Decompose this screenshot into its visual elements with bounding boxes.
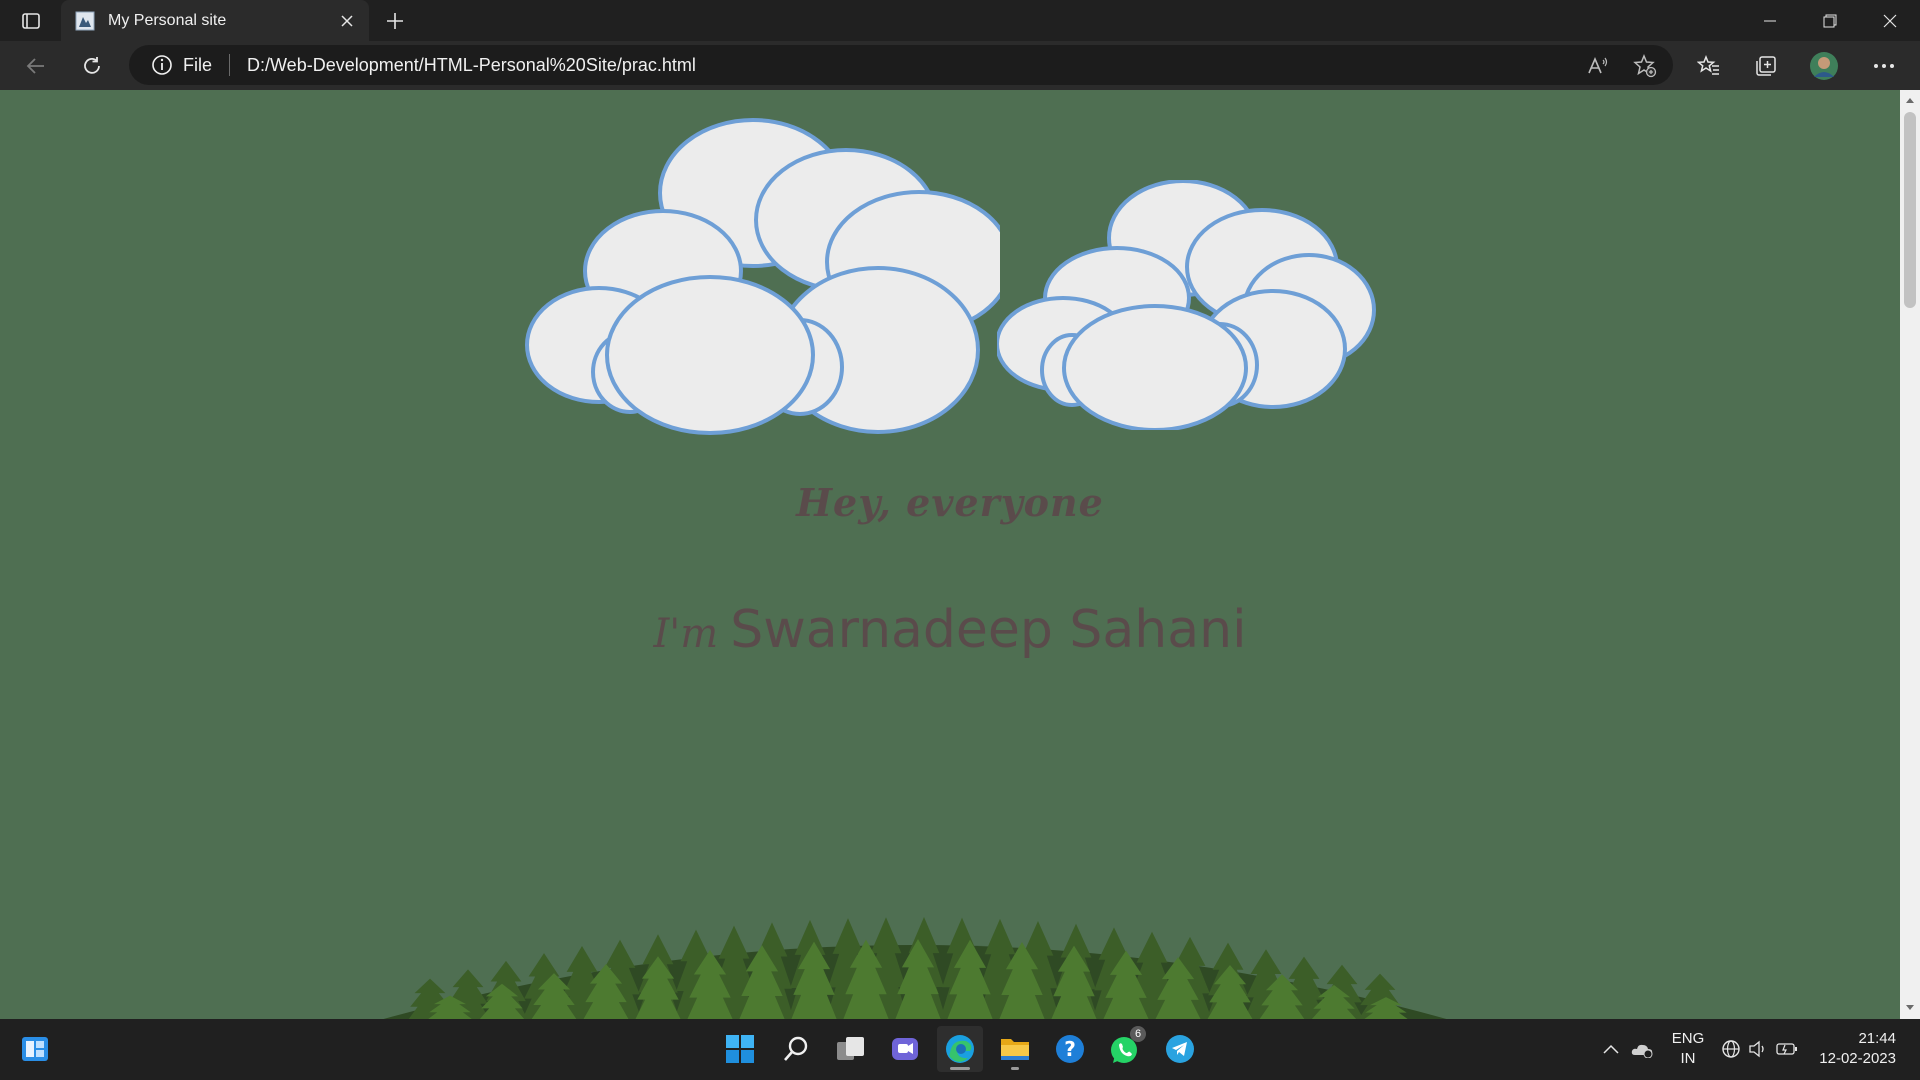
tab-actions-icon[interactable] — [14, 0, 48, 41]
help-icon[interactable]: ? — [1047, 1026, 1093, 1072]
scroll-down-icon[interactable] — [1905, 1004, 1915, 1012]
page-viewport: Hey, everyone I'm Swarnadeep Sahani — [0, 90, 1900, 1019]
teams-chat-icon[interactable] — [882, 1026, 928, 1072]
onedrive-icon[interactable] — [1626, 1026, 1658, 1072]
restore-icon[interactable] — [1800, 0, 1860, 41]
windows-start-icon[interactable] — [717, 1026, 763, 1072]
intro-prefix: I'm — [653, 611, 719, 657]
minimize-icon[interactable] — [1740, 0, 1800, 41]
language-code: ENG — [1671, 1030, 1705, 1047]
file-explorer-icon[interactable] — [992, 1026, 1038, 1072]
browser-tab[interactable]: My Personal site — [61, 0, 369, 41]
tab-title: My Personal site — [108, 11, 227, 29]
settings-more-icon[interactable] — [1862, 41, 1906, 90]
greeting-heading: Hey, everyone — [796, 480, 1104, 525]
info-icon — [152, 55, 172, 75]
battery-icon[interactable] — [1773, 1026, 1801, 1072]
site-scheme-label: File — [183, 54, 213, 75]
back-icon[interactable] — [14, 41, 58, 90]
clock[interactable]: 21:44 12-02-2023 — [1819, 1029, 1896, 1069]
cloud-image — [525, 118, 1000, 435]
language-region: IN — [1680, 1050, 1696, 1067]
edge-icon[interactable] — [937, 1026, 983, 1072]
read-aloud-icon[interactable] — [1576, 41, 1620, 90]
forest-image — [383, 917, 1447, 1019]
address-bar[interactable]: File D:/Web-Development/HTML-Personal%20… — [129, 45, 1673, 85]
show-hidden-icons-icon[interactable] — [1597, 1026, 1625, 1072]
name-text: Swarnadeep Sahani — [730, 600, 1247, 660]
url-text[interactable]: D:/Web-Development/HTML-Personal%20Site/… — [247, 55, 1673, 76]
taskbar: ? 6 ENG IN 21:44 12-02-2023 — [0, 1019, 1920, 1080]
active-app-indicator — [950, 1067, 970, 1070]
new-tab-icon[interactable] — [378, 0, 412, 41]
svg-text:?: ? — [1064, 1037, 1076, 1061]
add-favorite-icon[interactable] — [1623, 41, 1667, 90]
cloud-image — [997, 180, 1376, 430]
intro-heading: I'm Swarnadeep Sahani — [0, 600, 1900, 660]
close-tab-icon[interactable] — [337, 11, 357, 31]
title-bar: My Personal site — [0, 0, 1920, 41]
scroll-thumb[interactable] — [1904, 112, 1916, 308]
address-separator — [229, 54, 231, 76]
clock-time: 21:44 — [1858, 1030, 1896, 1047]
search-icon[interactable] — [773, 1026, 819, 1072]
network-icon[interactable] — [1717, 1026, 1745, 1072]
volume-icon[interactable] — [1746, 1026, 1770, 1072]
close-window-icon[interactable] — [1860, 0, 1920, 41]
widgets-icon[interactable] — [12, 1026, 58, 1072]
notification-badge: 6 — [1130, 1026, 1146, 1042]
telegram-icon[interactable] — [1157, 1026, 1203, 1072]
profile-avatar[interactable] — [1802, 41, 1846, 90]
language-indicator[interactable]: ENG IN — [1666, 1029, 1710, 1069]
refresh-icon[interactable] — [70, 41, 114, 90]
task-view-icon[interactable] — [828, 1026, 874, 1072]
vertical-scrollbar[interactable] — [1900, 90, 1920, 1019]
whatsapp-icon[interactable]: 6 — [1102, 1026, 1148, 1072]
favorites-icon[interactable] — [1687, 41, 1731, 90]
clock-date: 12-02-2023 — [1819, 1050, 1896, 1067]
scroll-up-icon[interactable] — [1905, 96, 1915, 104]
collections-icon[interactable] — [1744, 41, 1788, 90]
page-favicon-icon — [75, 11, 95, 31]
site-info-button[interactable]: File — [151, 54, 212, 76]
running-app-indicator — [1011, 1067, 1019, 1070]
